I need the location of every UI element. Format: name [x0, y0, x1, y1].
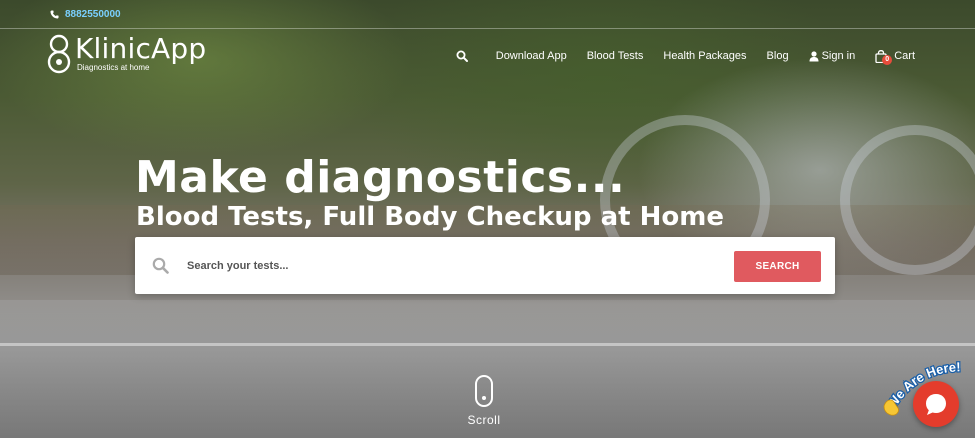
phone-icon	[50, 9, 59, 19]
hero-subline: Blood Tests, Full Body Checkup at Home	[136, 202, 724, 232]
nav-item-blog[interactable]: Blog	[767, 50, 789, 62]
main-nav: Download App Blood Tests Health Packages…	[456, 47, 915, 65]
chat-button[interactable]	[913, 381, 959, 427]
search-icon	[152, 257, 169, 274]
search-icon[interactable]	[456, 50, 468, 62]
cart-label: Cart	[894, 50, 915, 62]
scroll-label: Scroll	[467, 413, 501, 427]
cart-count-badge: 0	[882, 54, 893, 65]
top-bar: 8882550000	[0, 0, 975, 29]
nav-item-cart[interactable]: 0 Cart	[875, 49, 915, 65]
logo[interactable]: KlinicApp Diagnostics at home	[47, 33, 206, 77]
nav-item-blood-tests[interactable]: Blood Tests	[587, 50, 644, 62]
sign-in-label: Sign in	[821, 50, 856, 62]
search-input[interactable]	[187, 251, 727, 281]
hero-headline: Make diagnostics...	[135, 152, 626, 203]
user-icon	[809, 50, 819, 61]
nav-item-sign-in[interactable]: Sign in	[809, 50, 856, 62]
search-box: SEARCH	[135, 237, 835, 294]
chat-bubble-icon	[926, 394, 946, 415]
logo-name: KlinicApp	[75, 32, 207, 65]
phone-number: 8882550000	[65, 8, 121, 20]
mouse-icon	[475, 375, 493, 407]
mouse-wheel-dot	[482, 396, 486, 400]
logo-mark-icon	[47, 34, 71, 74]
nav-item-download-app[interactable]: Download App	[496, 50, 567, 62]
cart-icon-wrap: 0	[875, 49, 893, 65]
background-road-line	[0, 343, 975, 346]
phone-link[interactable]: 8882550000	[50, 9, 121, 20]
search-button[interactable]: SEARCH	[734, 251, 821, 282]
nav-item-health-packages[interactable]: Health Packages	[663, 50, 746, 62]
scroll-indicator[interactable]: Scroll	[462, 375, 506, 427]
